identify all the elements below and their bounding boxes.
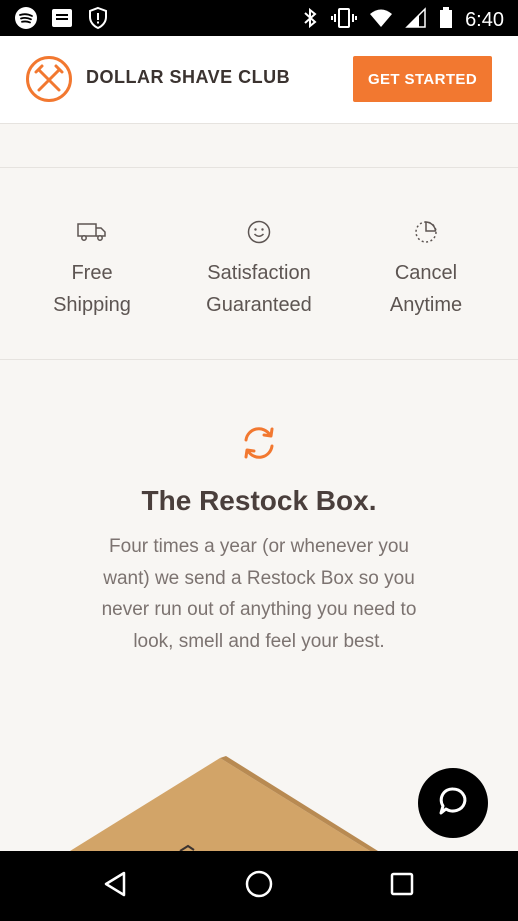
signal-icon	[405, 6, 427, 35]
feature-label: Anytime	[389, 294, 463, 316]
recents-icon	[387, 869, 417, 904]
feature-label: Guaranteed	[206, 294, 312, 316]
feature-free-shipping: Free Shipping	[6, 214, 178, 321]
home-icon	[244, 869, 274, 904]
shield-icon	[86, 6, 110, 35]
feature-label: Free	[71, 262, 113, 284]
get-started-button[interactable]: GET STARTED	[353, 56, 492, 102]
feature-cancel-anytime: Cancel Anytime	[340, 214, 512, 321]
clock-icon	[413, 219, 439, 250]
refresh-icon	[239, 423, 279, 468]
back-icon	[100, 869, 130, 904]
recents-button[interactable]	[384, 868, 420, 904]
restock-description: Four times a year (or whenever you want)…	[101, 536, 417, 652]
message-icon	[50, 6, 74, 35]
wifi-icon	[369, 6, 393, 35]
smiley-icon	[246, 219, 272, 250]
brand-name[interactable]: DOLLAR SHAVE CLUB	[86, 67, 290, 88]
home-button[interactable]	[241, 868, 277, 904]
feature-satisfaction: Satisfaction Guaranteed	[173, 214, 345, 321]
status-time: 6:40	[465, 9, 504, 31]
truck-icon	[76, 220, 108, 249]
restock-title: The Restock Box.	[141, 485, 377, 516]
feature-label: Cancel	[394, 262, 458, 284]
chat-icon	[436, 784, 470, 823]
feature-label: Shipping	[53, 294, 131, 316]
spotify-icon	[14, 6, 38, 35]
content-band	[0, 124, 518, 168]
vibrate-icon	[331, 6, 358, 35]
status-bar: 6:40	[0, 0, 518, 36]
chat-button[interactable]	[418, 768, 488, 838]
bluetooth-icon	[301, 6, 319, 35]
back-button[interactable]	[97, 868, 133, 904]
features-row: Free Shipping Satisfaction Guaranteed Ca…	[0, 169, 518, 360]
dsc-logo-icon[interactable]	[25, 55, 73, 108]
feature-label: Satisfaction	[207, 262, 311, 284]
android-nav-bar	[0, 851, 518, 921]
battery-icon	[439, 6, 453, 35]
